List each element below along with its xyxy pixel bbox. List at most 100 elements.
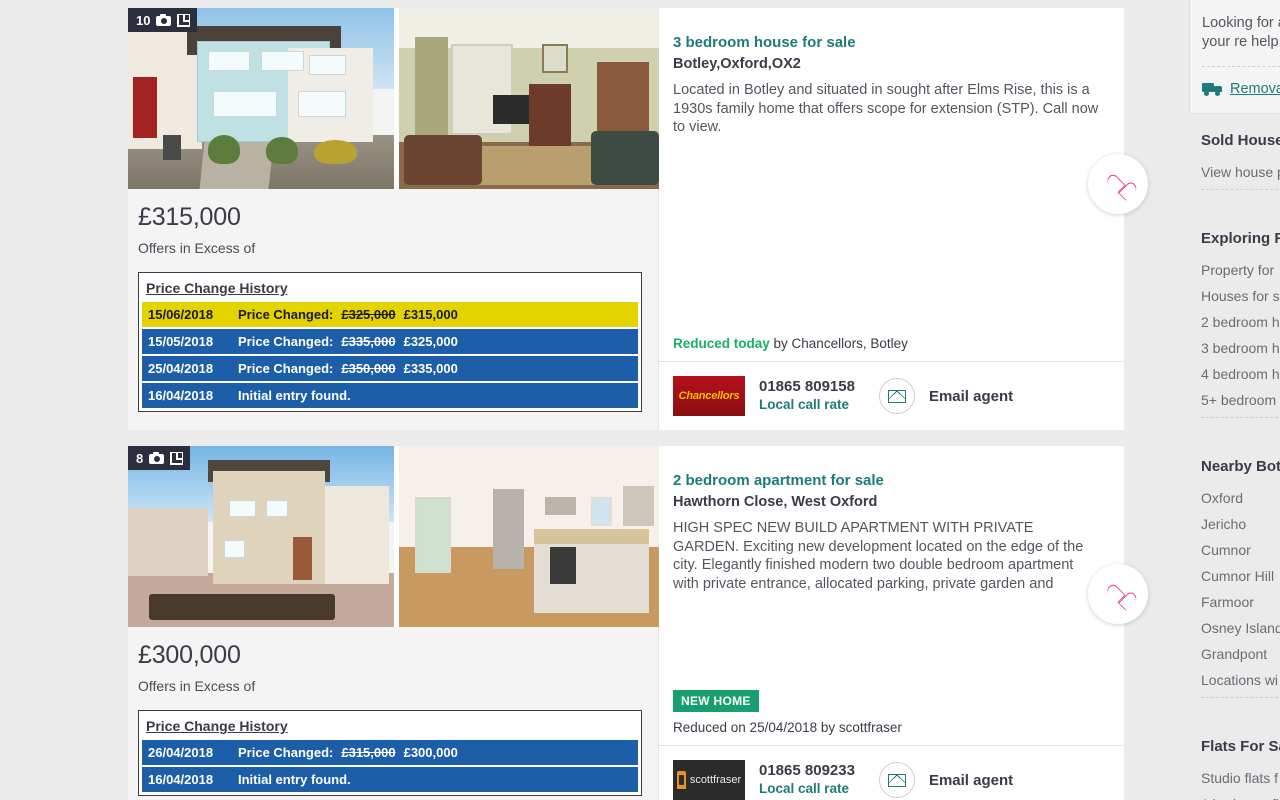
- section-heading: Flats For Sa: [1201, 738, 1280, 755]
- camera-icon: [149, 452, 165, 464]
- price-history-row: 26/04/2018 Price Changed: £315,000 £300,…: [142, 740, 638, 765]
- removal-link-label: Removal: [1230, 81, 1280, 97]
- heart-icon: [1108, 585, 1128, 603]
- price-history-row: 16/04/2018 Initial entry found.: [142, 383, 638, 408]
- sidebar-link[interactable]: Property for: [1201, 257, 1280, 283]
- listed-by: by Chancellors, Botley: [769, 336, 908, 351]
- price-history-label: Price Changed:: [238, 307, 334, 322]
- property-photo-exterior[interactable]: [128, 446, 394, 627]
- listing-right-column: 2 bedroom apartment for sale Hawthorn Cl…: [659, 446, 1148, 800]
- agent-logo[interactable]: Chancellors: [673, 376, 745, 416]
- removal-link[interactable]: Removal: [1202, 67, 1280, 113]
- agent-logo[interactable]: scottfraser: [673, 760, 745, 800]
- email-agent-button[interactable]: Email agent: [878, 762, 1013, 798]
- agent-phone-number[interactable]: 01865 809233: [759, 762, 855, 781]
- listing-description: HIGH SPEC NEW BUILD APARTMENT WITH PRIVA…: [673, 520, 1084, 592]
- property-photo-exterior[interactable]: [128, 8, 394, 189]
- sidebar-link[interactable]: Osney Island: [1201, 615, 1280, 641]
- price-history-row: 16/04/2018 Initial entry found.: [142, 767, 638, 792]
- listing-detail: 3 bedroom house for sale Botley,Oxford,O…: [659, 8, 1124, 336]
- sidebar-link[interactable]: 5+ bedroom: [1201, 387, 1280, 413]
- envelope-icon: [878, 762, 915, 798]
- sidebar-link[interactable]: 2 bedroom h: [1201, 309, 1280, 335]
- price-history-label: Initial entry found.: [238, 388, 351, 403]
- sidebar-link[interactable]: Grandpont: [1201, 641, 1280, 667]
- listing-status: Reduced today by Chancellors, Botley: [659, 336, 1124, 361]
- save-property-button[interactable]: [1088, 564, 1148, 624]
- sidebar-link[interactable]: View house p: [1201, 159, 1280, 185]
- price-history-date: 16/04/2018: [148, 388, 214, 403]
- sidebar-link[interactable]: Cumnor: [1201, 537, 1280, 563]
- agent-bar: scottfraser 01865 809233 Local call rate…: [659, 745, 1124, 800]
- sidebar-link[interactable]: Oxford: [1201, 485, 1280, 511]
- listing-gallery[interactable]: 8: [128, 446, 659, 627]
- section-heading: Sold House: [1201, 132, 1280, 149]
- listing-price: £315,000: [138, 203, 241, 231]
- price-history-date: 15/06/2018: [148, 307, 214, 322]
- price-history-new-price: £315,000: [403, 307, 458, 322]
- sidebar-section-nearby: Nearby Bot Oxford Jericho Cumnor Cumnor …: [1189, 440, 1280, 697]
- photo-count: 8: [136, 450, 144, 466]
- sidebar-link[interactable]: Farmoor: [1201, 589, 1280, 615]
- price-block: £300,000 Offers in Excess of Price Chang…: [128, 627, 658, 800]
- listing-title[interactable]: 3 bedroom house for sale: [673, 34, 1102, 51]
- sidebar-section-exploring: Exploring R Property for Houses for s 2 …: [1189, 212, 1280, 417]
- sidebar: Looking for a what your re help. Removal…: [1189, 0, 1280, 800]
- sidebar-link[interactable]: Studio flats f: [1201, 765, 1280, 791]
- price-history-date: 16/04/2018: [148, 772, 214, 787]
- promo-box: Looking for a what your re help. Removal: [1189, 0, 1280, 114]
- call-rate-label: Local call rate: [759, 780, 850, 796]
- listing-card[interactable]: 10 £315,000 Offers in Excess of Price Ch…: [128, 8, 1148, 430]
- email-agent-label: Email agent: [928, 387, 1014, 405]
- price-history-old-price: £325,000: [341, 307, 396, 322]
- price-change-history: Price Change History 26/04/2018 Price Ch…: [138, 710, 642, 796]
- price-qualifier: Offers in Excess of: [138, 240, 256, 256]
- divider: [1201, 417, 1280, 440]
- agent-phone-block: 01865 809158 Local call rate: [759, 378, 855, 414]
- price-history-date: 25/04/2018: [148, 361, 214, 376]
- sidebar-link[interactable]: 3 bedroom h: [1201, 335, 1280, 361]
- listing-card[interactable]: 8 £300,000 Offers in Excess of Price Cha…: [128, 446, 1148, 800]
- price-history-row: 25/04/2018 Price Changed: £350,000 £335,…: [142, 356, 638, 381]
- photo-count-badge: 8: [128, 446, 191, 470]
- sidebar-link[interactable]: Locations wi: [1201, 667, 1280, 693]
- envelope-icon: [878, 378, 915, 414]
- sidebar-link[interactable]: Jericho: [1201, 511, 1280, 537]
- price-history-old-price: £350,000: [341, 361, 396, 376]
- listing-price: £300,000: [138, 641, 241, 669]
- sidebar-link[interactable]: Houses for s: [1201, 283, 1280, 309]
- price-change-history-title: Price Change History: [146, 280, 288, 296]
- listing-address: Botley,Oxford,OX2: [673, 56, 801, 72]
- call-rate-label: Local call rate: [759, 396, 850, 412]
- property-photo-living-room[interactable]: [394, 8, 659, 189]
- listing-gallery[interactable]: 10: [128, 8, 659, 189]
- new-home-badge: NEW HOME: [673, 690, 759, 712]
- sidebar-section-sold-house: Sold House View house p: [1189, 114, 1280, 189]
- price-history-row: 15/05/2018 Price Changed: £335,000 £325,…: [142, 329, 638, 354]
- sidebar-link[interactable]: Cumnor Hill: [1201, 563, 1280, 589]
- promo-text: Looking for a what your re help.: [1202, 15, 1280, 50]
- removal-truck-icon: [1202, 82, 1224, 96]
- save-property-button[interactable]: [1088, 154, 1148, 214]
- sidebar-link[interactable]: 1 bedroom fl: [1201, 791, 1280, 800]
- listing-detail: 2 bedroom apartment for sale Hawthorn Cl…: [659, 446, 1124, 690]
- divider: [1201, 697, 1280, 720]
- heart-icon: [1108, 175, 1128, 193]
- price-history-label: Initial entry found.: [238, 772, 351, 787]
- price-history-row: 15/06/2018 Price Changed: £325,000 £315,…: [142, 302, 638, 327]
- property-photo-kitchen[interactable]: [394, 446, 659, 627]
- agent-bar: Chancellors 01865 809158 Local call rate…: [659, 361, 1124, 430]
- price-history-new-price: £325,000: [403, 334, 458, 349]
- price-qualifier: Offers in Excess of: [138, 678, 256, 694]
- price-history-label: Price Changed:: [238, 334, 334, 349]
- agent-logo-text: scottfraser: [689, 774, 742, 786]
- email-agent-button[interactable]: Email agent: [878, 378, 1014, 414]
- sidebar-link[interactable]: 4 bedroom h: [1201, 361, 1280, 387]
- listing-right-column: 3 bedroom house for sale Botley,Oxford,O…: [659, 8, 1148, 430]
- results-list: 10 £315,000 Offers in Excess of Price Ch…: [128, 0, 1148, 800]
- agent-phone-number[interactable]: 01865 809158: [759, 378, 855, 397]
- price-history-new-price: £300,000: [403, 745, 458, 760]
- section-heading: Nearby Bot: [1201, 458, 1280, 475]
- photo-count-badge: 10: [128, 8, 198, 32]
- listing-title[interactable]: 2 bedroom apartment for sale: [673, 472, 1102, 489]
